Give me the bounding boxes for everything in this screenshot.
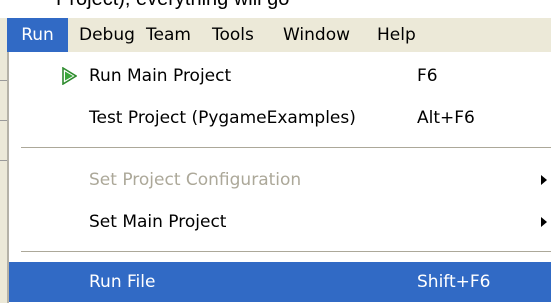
menu-tools-label: Tools [212, 25, 254, 45]
pane-divider [0, 120, 7, 121]
menu-item-set-main-project[interactable]: Set Main Project [9, 202, 551, 242]
submenu-arrow-icon [541, 217, 547, 227]
menu-item-shortcut: Shift+F6 [417, 272, 491, 292]
menu-item-label: Run File [89, 272, 156, 292]
menu-item-shortcut: Alt+F6 [417, 108, 475, 128]
document-text-strip: Project), everything will go [0, 0, 551, 18]
run-triangle-icon [62, 67, 77, 85]
menu-window[interactable]: Window [283, 18, 350, 52]
menu-item-set-project-configuration[interactable]: Set Project Configuration [9, 160, 551, 200]
menu-tools[interactable]: Tools [212, 18, 254, 52]
run-menu-dropdown: Run Main Project F6 Test Project (Pygame… [7, 52, 551, 303]
menu-run-label: Run [21, 25, 54, 45]
menu-team[interactable]: Team [146, 18, 191, 52]
menubar: Run Debug Team Tools Window Help [7, 18, 551, 52]
editor-left-edge [0, 18, 7, 303]
menu-separator [21, 251, 551, 252]
menu-item-label: Set Main Project [89, 212, 227, 232]
menu-team-label: Team [146, 25, 191, 45]
menu-help-label: Help [377, 25, 416, 45]
menu-item-run-file[interactable]: Run File Shift+F6 [9, 262, 551, 302]
menu-debug[interactable]: Debug [79, 18, 135, 52]
menu-item-label: Run Main Project [89, 66, 232, 86]
submenu-arrow-icon [541, 175, 547, 185]
document-text: Project), everything will go [56, 0, 289, 14]
menu-item-test-project[interactable]: Test Project (PygameExamples) Alt+F6 [9, 98, 551, 138]
menu-item-label: Set Project Configuration [89, 170, 302, 190]
menu-debug-label: Debug [79, 25, 135, 45]
menu-run[interactable]: Run [7, 18, 68, 52]
menu-item-run-main-project[interactable]: Run Main Project F6 [9, 56, 551, 96]
menu-item-shortcut: F6 [417, 66, 438, 86]
pane-divider [0, 80, 7, 81]
menu-help[interactable]: Help [377, 18, 416, 52]
menu-separator [21, 147, 551, 148]
pane-divider [0, 160, 7, 161]
menu-window-label: Window [283, 25, 351, 45]
menu-item-label: Test Project (PygameExamples) [89, 108, 356, 128]
